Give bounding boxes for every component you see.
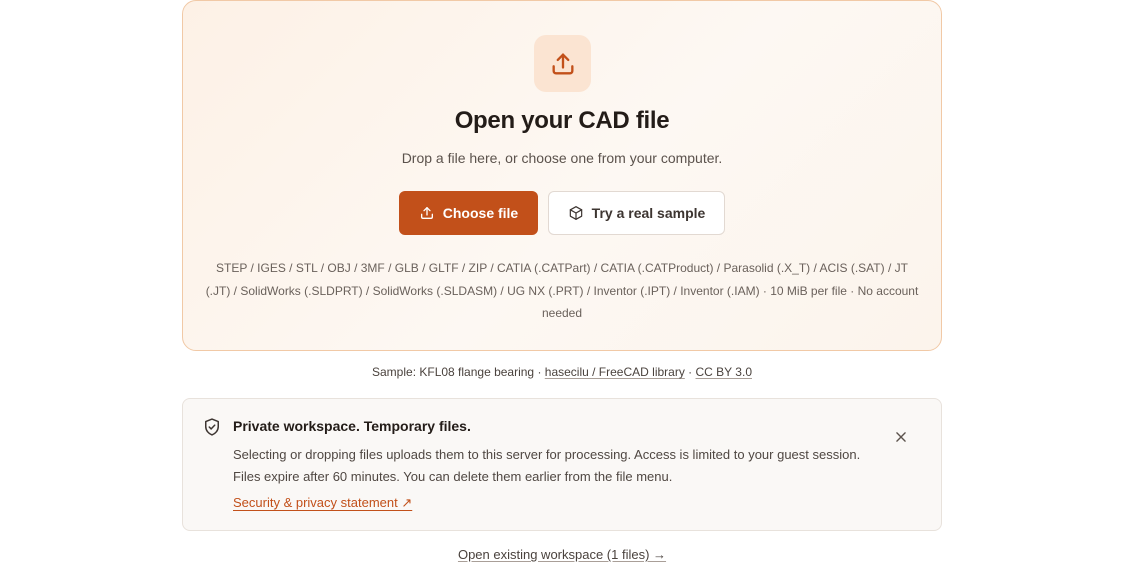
cube-icon <box>569 206 582 220</box>
sample-prefix: Sample: KFL08 flange bearing · <box>372 365 542 379</box>
privacy-notice: Private workspace. Temporary files. Sele… <box>182 398 942 531</box>
notice-title: Private workspace. Temporary files. <box>233 418 471 434</box>
upload-icon <box>552 53 573 75</box>
choose-file-button[interactable]: Choose file <box>399 191 538 235</box>
dropzone-subtitle: Drop a file here, or choose one from you… <box>401 150 723 166</box>
sample-separator: · <box>688 365 693 379</box>
open-existing-workspace-link[interactable]: Open existing workspace (1 files) → <box>458 547 666 562</box>
supported-formats: STEP / IGES / STL / OBJ / 3MF / GLB / GL… <box>205 261 919 320</box>
dropzone-title: Open your CAD file <box>454 107 670 134</box>
sample-attribution: Sample: KFL08 flange bearing · hasecilu … <box>0 365 1124 379</box>
try-sample-button[interactable]: Try a real sample <box>548 191 725 235</box>
close-icon <box>896 432 906 442</box>
security-privacy-link[interactable]: Security & privacy statement ↗ <box>233 495 412 511</box>
upload-badge <box>534 35 591 92</box>
shield-check-icon <box>205 418 219 436</box>
notice-body: Selecting or dropping files uploads them… <box>233 447 861 484</box>
close-notice-button[interactable] <box>891 427 911 447</box>
upload-icon <box>420 207 433 219</box>
sample-source-link[interactable]: hasecilu / FreeCAD library <box>545 365 685 379</box>
file-dropzone[interactable]: Open your CAD file Drop a file here, or … <box>182 0 942 351</box>
sample-license-link[interactable]: CC BY 3.0 <box>696 365 752 379</box>
open-workspace-row: Open existing workspace (1 files) → <box>0 547 1124 562</box>
try-sample-label: Try a real sample <box>591 205 706 221</box>
choose-file-label: Choose file <box>442 205 519 221</box>
